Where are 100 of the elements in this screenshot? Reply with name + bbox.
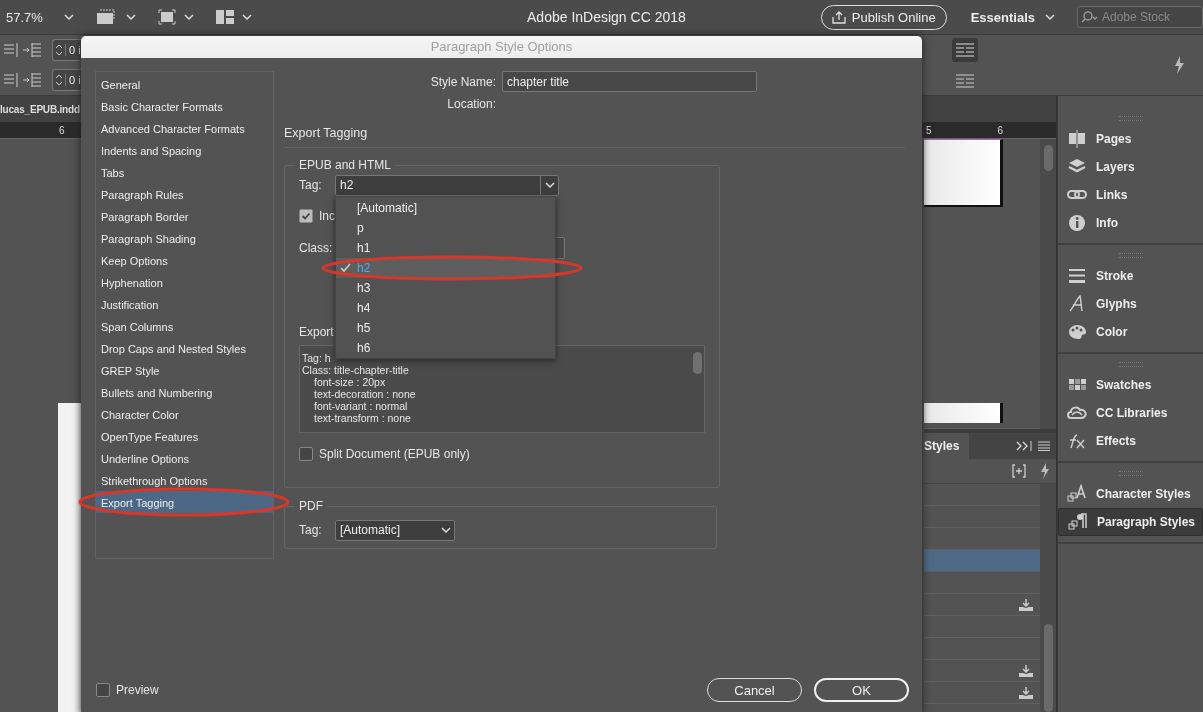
css-line: text-decoration : none xyxy=(313,388,417,400)
category-item[interactable]: Bullets and Numbering xyxy=(96,381,273,403)
category-item[interactable]: Paragraph Border xyxy=(96,205,273,227)
download-icon xyxy=(1018,664,1034,677)
checkmark-icon xyxy=(340,263,351,273)
align-lines-icon[interactable] xyxy=(4,43,18,57)
caret-icon xyxy=(440,526,451,534)
checkbox-label: Preview xyxy=(116,683,159,697)
stepper-arrows-icon[interactable] xyxy=(53,72,65,88)
checkbox[interactable] xyxy=(96,683,110,697)
left-indent-icon xyxy=(22,42,42,58)
menu-item[interactable]: h4 xyxy=(336,298,555,318)
checkbox[interactable] xyxy=(299,447,313,461)
stroke-lines-icon xyxy=(1067,266,1087,286)
css-line: font-size : 20px xyxy=(313,376,387,388)
scrollbar[interactable] xyxy=(1040,484,1056,712)
zoom-level[interactable]: 57.7% xyxy=(6,9,56,25)
ok-button[interactable]: OK xyxy=(814,678,909,702)
category-item[interactable]: Indents and Spacing xyxy=(96,139,273,161)
download-icon xyxy=(1018,598,1034,611)
category-item[interactable]: Justification xyxy=(96,293,273,315)
category-item[interactable]: Paragraph Rules xyxy=(96,183,273,205)
chevron-down-icon xyxy=(1045,13,1055,21)
panel-item[interactable]: Color xyxy=(1058,318,1203,346)
panel-item[interactable]: CC Libraries xyxy=(1058,399,1203,427)
search-field[interactable]: Adobe Stock xyxy=(1077,6,1203,28)
field-label: Class: xyxy=(299,241,334,255)
panel-item[interactable]: Swatches xyxy=(1058,371,1203,399)
panel-item[interactable]: Stroke xyxy=(1058,262,1203,290)
field-label: Export xyxy=(299,325,334,339)
category-item[interactable]: Hyphenation xyxy=(96,271,273,293)
document-tab[interactable]: lucas_EPUB.indd xyxy=(0,103,80,115)
panel-item[interactable]: Glyphs xyxy=(1058,290,1203,318)
css-line: Class: title-chapter-title xyxy=(302,364,410,376)
chevron-down-icon xyxy=(242,13,252,21)
menu-item[interactable]: [Automatic] xyxy=(336,198,555,218)
collapse-icon[interactable] xyxy=(1016,441,1030,451)
checkbox-label: Inc xyxy=(319,209,335,223)
scrollbar[interactable] xyxy=(1040,139,1056,429)
tag-dropdown[interactable]: [Automatic] xyxy=(335,519,455,541)
panel-item[interactable]: Character Styles xyxy=(1058,480,1203,508)
add-icon[interactable] xyxy=(1012,464,1026,478)
category-item[interactable]: GREP Style xyxy=(96,359,273,381)
section-title: Export Tagging xyxy=(284,118,905,148)
first-line-indent-icon xyxy=(22,72,42,88)
lightning-icon[interactable] xyxy=(1040,463,1050,479)
layout-grid-icon[interactable] xyxy=(216,10,234,24)
upload-icon xyxy=(831,10,846,24)
frame-view-icon[interactable] xyxy=(96,9,118,25)
panel-item[interactable]: Links xyxy=(1058,181,1203,209)
category-item[interactable]: Drop Caps and Nested Styles xyxy=(96,337,273,359)
category-item[interactable]: Span Columns xyxy=(96,315,273,337)
chevron-down-icon xyxy=(64,13,74,21)
lightning-icon[interactable] xyxy=(1173,56,1185,74)
download-icon xyxy=(1018,686,1034,699)
checkbox[interactable] xyxy=(299,209,313,223)
menu-icon[interactable] xyxy=(1030,441,1052,451)
css-line: text-transform : none xyxy=(313,412,412,424)
category-item[interactable]: Advanced Character Formats xyxy=(96,117,273,139)
panel-item[interactable]: Info xyxy=(1058,209,1203,237)
caret-icon xyxy=(544,181,555,189)
dialog-title: Paragraph Style Options xyxy=(81,36,922,58)
screen-mode-icon[interactable] xyxy=(158,9,176,25)
indent-field[interactable]: 0 i xyxy=(52,69,83,91)
panel-item[interactable]: Effects xyxy=(1058,427,1203,455)
category-item[interactable]: Keep Options xyxy=(96,249,273,271)
group-title: PDF xyxy=(298,499,324,513)
category-item[interactable]: Character Color xyxy=(96,403,273,425)
category-item[interactable]: Tabs xyxy=(96,161,273,183)
category-item[interactable]: General xyxy=(96,73,273,95)
category-item[interactable]: Strikethrough Options xyxy=(96,469,273,491)
panel-item[interactable]: Pages xyxy=(1058,125,1203,153)
category-item[interactable]: Basic Character Formats xyxy=(96,95,273,117)
align-lines-icon[interactable] xyxy=(4,73,18,87)
style-name-field[interactable]: chapter title xyxy=(502,71,757,92)
menu-item[interactable]: h6 xyxy=(336,338,555,358)
menu-item[interactable]: h5 xyxy=(336,318,555,338)
align-lines-icon[interactable] xyxy=(952,38,978,62)
panel-item[interactable]: Paragraph Styles xyxy=(1058,508,1203,536)
category-item[interactable]: Paragraph Shading xyxy=(96,227,273,249)
indent-field[interactable]: 0 i xyxy=(52,39,83,61)
field-label: Style Name: xyxy=(429,74,497,89)
tag-dropdown[interactable]: h2 xyxy=(335,174,559,196)
category-item[interactable]: Underline Options xyxy=(96,447,273,469)
menu-item[interactable]: p xyxy=(336,218,555,238)
palette-icon xyxy=(1067,322,1087,342)
stepper-arrows-icon[interactable] xyxy=(53,42,65,58)
menu-item[interactable]: h1 xyxy=(336,238,555,258)
panel-item[interactable]: Layers xyxy=(1058,153,1203,181)
panel-tab[interactable]: Styles xyxy=(924,433,970,459)
category-item[interactable]: OpenType Features xyxy=(96,425,273,447)
menu-item[interactable]: h3 xyxy=(336,278,555,298)
search-icon xyxy=(1081,11,1099,23)
css-line: Tag: h xyxy=(302,352,332,364)
ruler-number: 6 xyxy=(59,124,65,136)
chevron-down-icon xyxy=(184,13,194,21)
workspace-switcher[interactable]: Essentials xyxy=(964,8,1061,26)
chevron-down-icon xyxy=(126,13,136,21)
pages-icon xyxy=(1067,129,1087,149)
window-title: Adobe InDesign CC 2018 xyxy=(526,9,687,25)
